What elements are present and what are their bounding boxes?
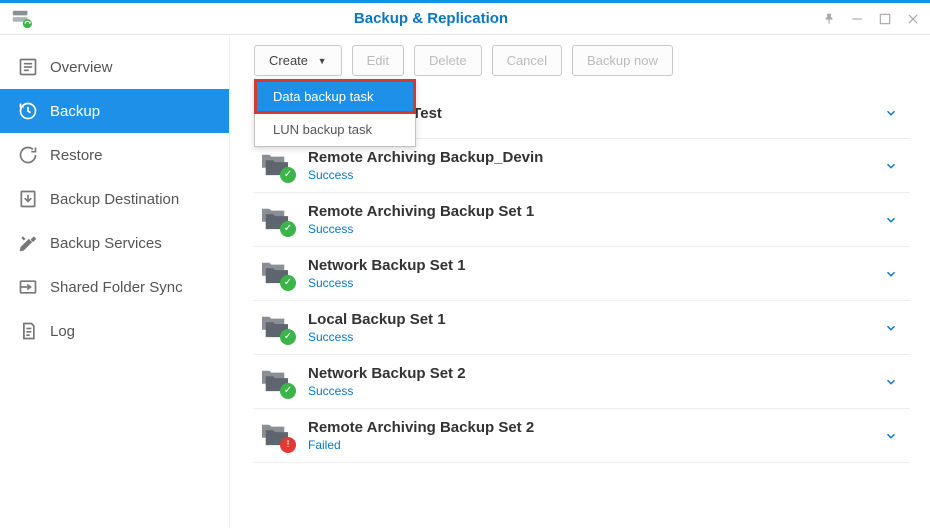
sync-icon	[18, 277, 38, 297]
task-row[interactable]: ! Remote Archiving Backup Set 2 Failed	[254, 409, 910, 463]
task-status: Success	[308, 384, 884, 398]
folder-stack-icon: ✓	[260, 367, 294, 397]
task-name: Network Backup Set 1	[308, 257, 884, 274]
sidebar-item-shared-folder-sync[interactable]: Shared Folder Sync	[0, 265, 229, 309]
close-button[interactable]	[906, 12, 920, 26]
sidebar-item-label: Shared Folder Sync	[50, 279, 183, 296]
maximize-button[interactable]	[878, 12, 892, 26]
folder-stack-icon: ✓	[260, 205, 294, 235]
main-panel: Create ▼ Edit Delete Cancel Backup now D…	[230, 35, 930, 528]
success-badge-icon: ✓	[280, 167, 296, 183]
chevron-down-icon	[884, 375, 904, 389]
chevron-down-icon	[884, 321, 904, 335]
sidebar-item-backup-destination[interactable]: Backup Destination	[0, 177, 229, 221]
sidebar-item-backup[interactable]: Backup	[0, 89, 229, 133]
sidebar-item-label: Log	[50, 323, 75, 340]
restore-icon	[18, 145, 38, 165]
minimize-button[interactable]	[850, 12, 864, 26]
log-icon	[18, 321, 38, 341]
task-status: Success	[308, 168, 884, 182]
task-status: Success	[308, 330, 884, 344]
backup-now-button[interactable]: Backup now	[572, 45, 673, 76]
overview-icon	[18, 57, 38, 77]
delete-button[interactable]: Delete	[414, 45, 482, 76]
chevron-down-icon	[884, 106, 904, 120]
cancel-button[interactable]: Cancel	[492, 45, 562, 76]
task-row[interactable]: ✓ Network Backup Set 1 Success	[254, 247, 910, 301]
menu-item-lun-backup-task[interactable]: LUN backup task	[255, 113, 415, 146]
create-dropdown: Data backup task LUN backup task	[254, 79, 416, 147]
task-name: Local Backup Set 1	[308, 311, 884, 328]
chevron-down-icon	[884, 213, 904, 227]
fail-badge-icon: !	[280, 437, 296, 453]
task-name: Remote Archiving Backup Set 2	[308, 419, 884, 436]
sidebar-item-label: Backup	[50, 103, 100, 120]
folder-stack-icon: ✓	[260, 259, 294, 289]
sidebar-item-label: Restore	[50, 147, 103, 164]
task-status: Success	[308, 222, 884, 236]
task-row[interactable]: ✓ Remote Archiving Backup_Devin Success	[254, 139, 910, 193]
task-name: Remote Archiving Backup_Devin	[308, 149, 884, 166]
sidebar: Overview Backup Restore Backup Destinati…	[0, 35, 230, 528]
backup-icon	[18, 101, 38, 121]
task-row[interactable]: ✓ Remote Archiving Backup Set 1 Success	[254, 193, 910, 247]
task-status: Failed	[308, 438, 884, 452]
success-badge-icon: ✓	[280, 275, 296, 291]
folder-stack-icon: !	[260, 421, 294, 451]
menu-item-data-backup-task[interactable]: Data backup task	[255, 80, 415, 113]
task-name: Remote Archiving Backup Set 1	[308, 203, 884, 220]
task-name: Network Backup Set 2	[308, 365, 884, 382]
pin-icon[interactable]	[822, 12, 836, 26]
edit-button[interactable]: Edit	[352, 45, 404, 76]
success-badge-icon: ✓	[280, 329, 296, 345]
task-status: Success	[308, 276, 884, 290]
toolbar: Create ▼ Edit Delete Cancel Backup now	[254, 45, 910, 76]
destination-icon	[18, 189, 38, 209]
task-row[interactable]: ✓ Local Backup Set 1 Success	[254, 301, 910, 355]
titlebar: Backup & Replication	[0, 3, 930, 35]
task-row[interactable]: ✓ Network Backup Set 2 Success	[254, 355, 910, 409]
sidebar-item-label: Backup Services	[50, 235, 162, 252]
sidebar-item-log[interactable]: Log	[0, 309, 229, 353]
window-title: Backup & Replication	[40, 10, 822, 27]
chevron-down-icon	[884, 429, 904, 443]
app-icon	[10, 8, 32, 30]
create-button[interactable]: Create ▼	[254, 45, 342, 76]
create-button-label: Create	[269, 53, 308, 68]
sidebar-item-label: Backup Destination	[50, 191, 179, 208]
sidebar-item-label: Overview	[50, 59, 113, 76]
success-badge-icon: ✓	[280, 383, 296, 399]
caret-down-icon: ▼	[318, 56, 327, 66]
sidebar-item-overview[interactable]: Overview	[0, 45, 229, 89]
sidebar-item-backup-services[interactable]: Backup Services	[0, 221, 229, 265]
folder-stack-icon: ✓	[260, 313, 294, 343]
chevron-down-icon	[884, 159, 904, 173]
chevron-down-icon	[884, 267, 904, 281]
sidebar-item-restore[interactable]: Restore	[0, 133, 229, 177]
folder-stack-icon: ✓	[260, 151, 294, 181]
success-badge-icon: ✓	[280, 221, 296, 237]
services-icon	[18, 233, 38, 253]
